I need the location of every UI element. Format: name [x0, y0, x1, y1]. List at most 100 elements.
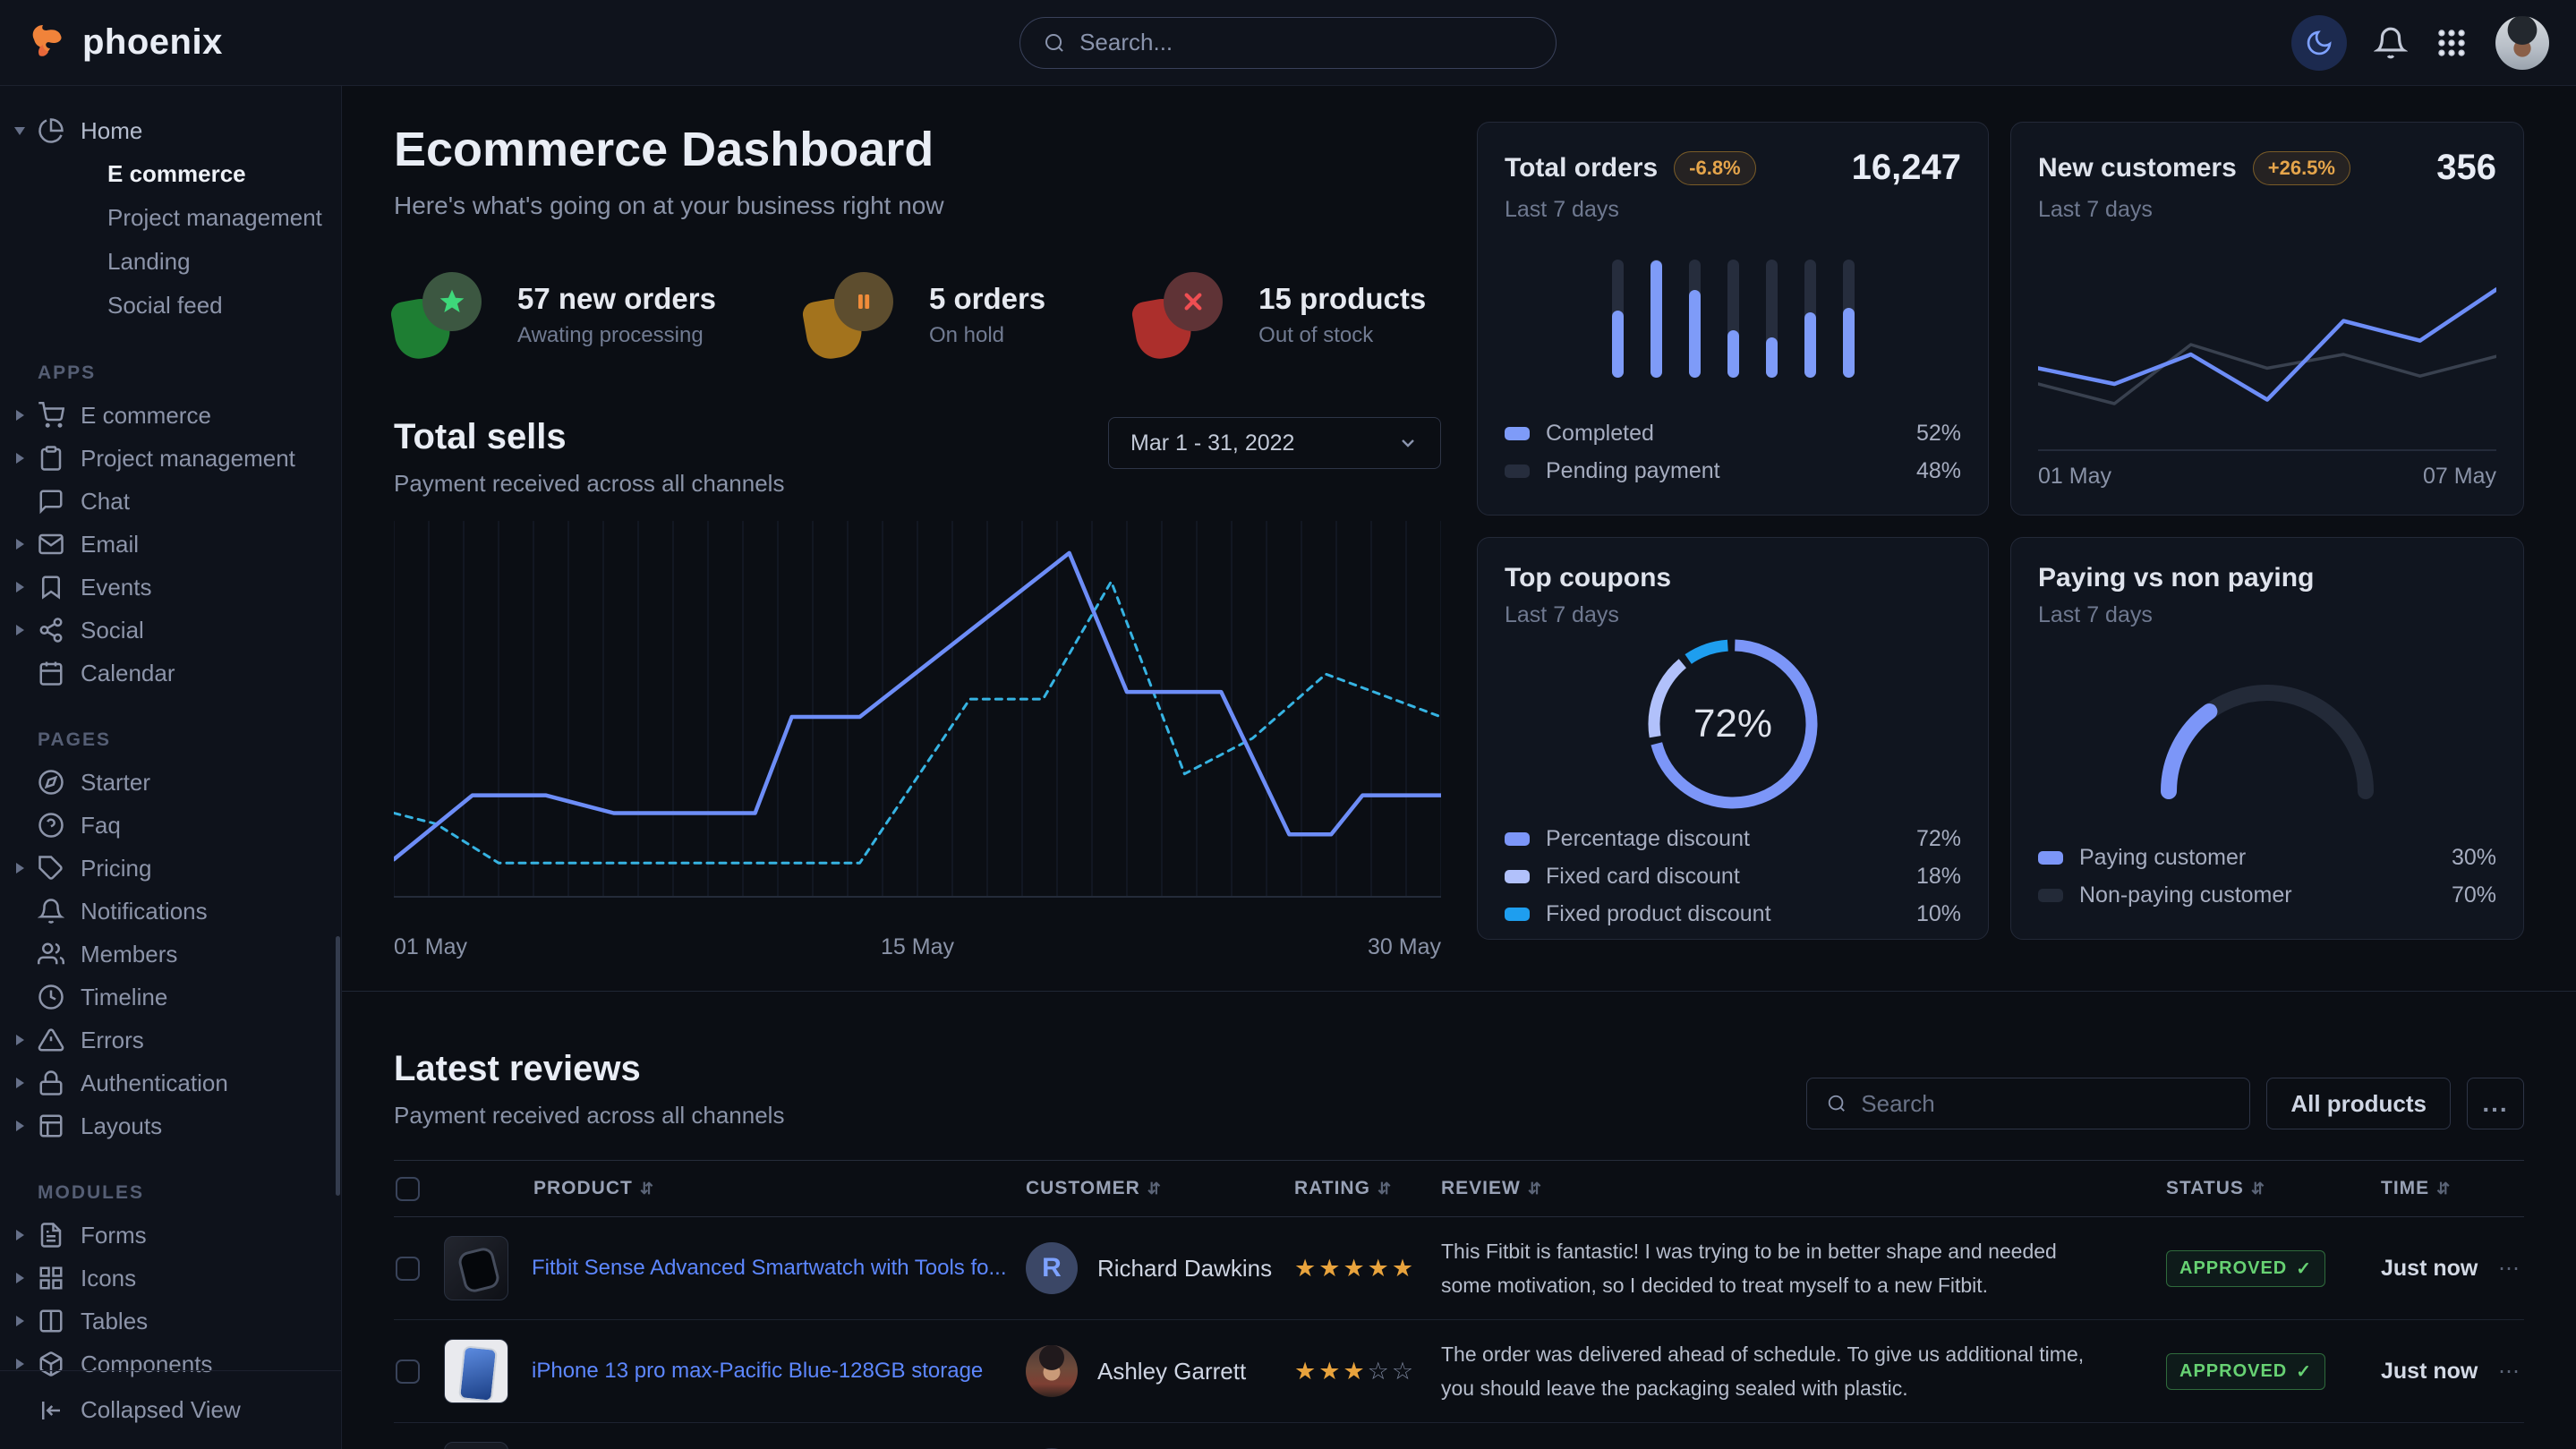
date-range-select[interactable]: Mar 1 - 31, 2022 [1108, 417, 1441, 469]
product-link[interactable]: iPhone 13 pro max-Pacific Blue-128GB sto… [532, 1359, 983, 1384]
bookmark-icon [38, 574, 64, 601]
collapse-view-button[interactable]: Collapsed View [0, 1370, 341, 1449]
new-orders-icon [394, 272, 485, 358]
card-period: Last 7 days [1505, 602, 1961, 628]
grid-icon [38, 1265, 64, 1291]
order-bar [1689, 260, 1701, 378]
paying-legend: Paying customer30%Non-paying customer70% [2038, 839, 2496, 914]
sidebar-item-authentication[interactable]: Authentication [0, 1061, 341, 1104]
stat-label: On hold [929, 323, 1045, 348]
global-search[interactable] [1019, 17, 1557, 69]
caret-right-icon [16, 1273, 24, 1283]
sidebar-item-calendar[interactable]: Calendar [0, 652, 341, 695]
sidebar-item-project-management[interactable]: Project management [0, 437, 341, 480]
select-all-checkbox[interactable] [396, 1177, 420, 1201]
check-icon: ✓ [2296, 1257, 2312, 1280]
sidebar-item-home[interactable]: Home [0, 109, 341, 152]
sidebar-item-events[interactable]: Events [0, 566, 341, 609]
sidebar-item-tables[interactable]: Tables [0, 1300, 341, 1342]
bell-icon[interactable] [2374, 26, 2408, 60]
total-sells-title: Total sells [394, 417, 784, 457]
sidebar-item-social-feed[interactable]: Social feed [0, 284, 341, 328]
sidebar-item-chat[interactable]: Chat [0, 480, 341, 523]
star-icon: ☆ [1392, 1358, 1416, 1385]
legend-item: Paying customer30% [2038, 839, 2496, 876]
sidebar-item-label: Members [81, 941, 177, 968]
card-period: Last 7 days [1505, 197, 1961, 223]
sidebar-item-layouts[interactable]: Layouts [0, 1104, 341, 1147]
sidebar-item-project-management[interactable]: Project management [0, 196, 341, 240]
brand-logo[interactable]: phoenix [27, 21, 223, 64]
sidebar-item-label: Forms [81, 1222, 147, 1249]
star-icon: ★ [1343, 1255, 1367, 1282]
sidebar-item-email[interactable]: Email [0, 523, 341, 566]
global-search-input[interactable] [1079, 29, 1532, 56]
orders-trend-badge: -6.8% [1674, 151, 1755, 185]
customers-line-chart [2038, 233, 2496, 453]
out-of-stock-icon [1135, 272, 1226, 358]
sidebar-item-pricing[interactable]: Pricing [0, 847, 341, 890]
product-link[interactable]: Fitbit Sense Advanced Smartwatch with To… [532, 1256, 1006, 1281]
product-thumbnail[interactable] [444, 1442, 508, 1449]
customer-avatar[interactable] [1026, 1345, 1078, 1397]
sidebar-item-icons[interactable]: Icons [0, 1257, 341, 1300]
reviews-search[interactable] [1806, 1078, 2250, 1129]
sidebar-item-notifications[interactable]: Notifications [0, 890, 341, 933]
sidebar-item-e-commerce[interactable]: E commerce [0, 394, 341, 437]
all-products-button[interactable]: All products [2266, 1078, 2451, 1129]
row-menu-icon[interactable]: ⋯ [2498, 1256, 2524, 1282]
clipboard-icon [38, 445, 64, 472]
sidebar-item-members[interactable]: Members [0, 933, 341, 976]
sidebar-item-forms[interactable]: Forms [0, 1214, 341, 1257]
order-bar [1804, 260, 1816, 378]
sidebar-item-label: Faq [81, 812, 121, 840]
legend-swatch [1505, 465, 1530, 478]
sidebar-item-starter[interactable]: Starter [0, 761, 341, 804]
caret-right-icon [16, 539, 24, 550]
sort-icon: ⇵ [2436, 1180, 2451, 1198]
product-thumbnail[interactable] [444, 1339, 508, 1403]
column-header-rating[interactable]: RATING⇵ [1276, 1178, 1420, 1199]
sidebar-item-faq[interactable]: Faq [0, 804, 341, 847]
column-header-time[interactable]: TIME⇵ [2350, 1178, 2498, 1199]
row-checkbox[interactable] [396, 1360, 420, 1384]
theme-toggle-button[interactable] [2291, 15, 2347, 71]
sidebar-scrollbar[interactable] [336, 936, 340, 1196]
section-divider [342, 991, 2576, 992]
collapse-icon [38, 1397, 64, 1424]
calendar-icon [38, 660, 64, 686]
user-avatar[interactable] [2495, 16, 2549, 70]
legend-label: Fixed product discount [1546, 901, 1900, 927]
star-icon: ★ [1294, 1358, 1318, 1385]
sidebar-item-label: Icons [81, 1265, 136, 1292]
collapse-view-label: Collapsed View [81, 1396, 241, 1424]
table-row: Fitbit Sense Advanced Smartwatch with To… [394, 1217, 2524, 1320]
caret-right-icon [16, 625, 24, 635]
column-header-customer[interactable]: CUSTOMER⇵ [1017, 1178, 1276, 1199]
product-thumbnail[interactable] [444, 1236, 508, 1300]
legend-item: Percentage discount 72% [1505, 820, 1961, 857]
more-options-button[interactable]: ... [2467, 1078, 2524, 1129]
row-checkbox[interactable] [396, 1257, 420, 1281]
customers-x-labels: 01 May 07 May [2038, 464, 2496, 490]
sidebar-section-label: MODULES [0, 1172, 341, 1214]
sidebar-item-social[interactable]: Social [0, 609, 341, 652]
sidebar-item-e-commerce[interactable]: E commerce [0, 152, 341, 196]
legend-label: Paying customer [2079, 845, 2435, 871]
sidebar-item-label: Layouts [81, 1112, 162, 1140]
legend-swatch [2038, 889, 2063, 902]
apps-grid-icon[interactable] [2435, 26, 2469, 60]
column-header-review[interactable]: REVIEW⇵ [1420, 1178, 2145, 1199]
reviews-search-input[interactable] [1861, 1090, 2230, 1118]
sidebar-item-errors[interactable]: Errors [0, 1019, 341, 1061]
row-menu-icon[interactable]: ⋯ [2498, 1359, 2524, 1385]
legend-value: 72% [1916, 826, 1961, 852]
customer-avatar[interactable]: R [1026, 1242, 1078, 1294]
sidebar-item-timeline[interactable]: Timeline [0, 976, 341, 1019]
column-header-product[interactable]: PRODUCT⇵ [444, 1178, 1017, 1199]
legend-label: Percentage discount [1546, 826, 1900, 852]
sidebar-item-label: Errors [81, 1027, 144, 1054]
reviews-title: Latest reviews [394, 1049, 784, 1089]
column-header-status[interactable]: STATUS⇵ [2145, 1178, 2350, 1199]
sidebar-item-landing[interactable]: Landing [0, 240, 341, 284]
